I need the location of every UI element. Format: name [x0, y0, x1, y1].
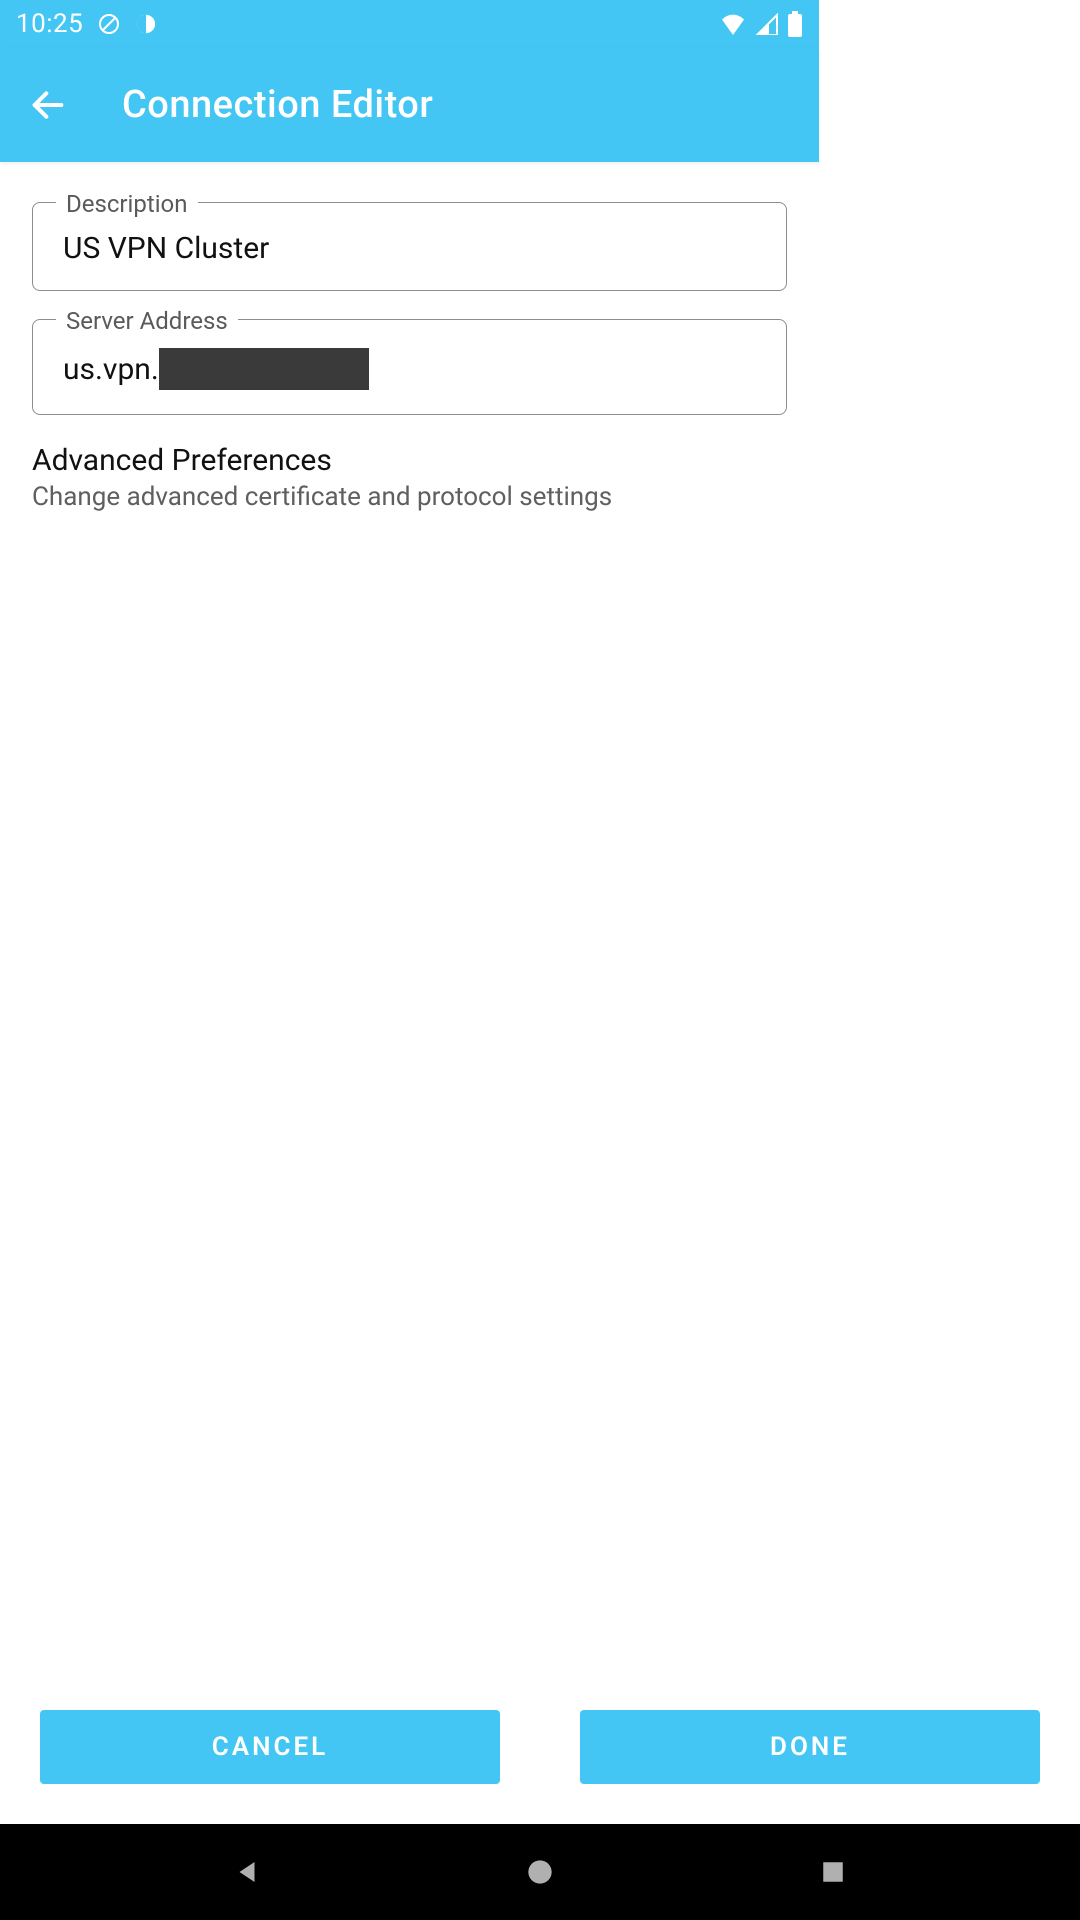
android-nav-bar — [0, 1824, 1080, 1920]
nav-back-button[interactable] — [229, 1854, 265, 1890]
cell-signal-icon — [755, 13, 779, 35]
circle-home-icon — [526, 1858, 554, 1886]
description-input[interactable] — [63, 231, 756, 266]
theme-icon — [135, 13, 157, 35]
status-right — [719, 11, 803, 37]
advanced-title: Advanced Preferences — [32, 443, 787, 478]
triangle-back-icon — [232, 1857, 262, 1887]
advanced-preferences-row[interactable]: Advanced Preferences Change advanced cer… — [32, 443, 787, 512]
done-button[interactable]: DONE — [580, 1710, 1040, 1784]
battery-icon — [787, 11, 803, 37]
server-value-prefix: us.vpn. — [63, 352, 159, 387]
wifi-icon — [719, 13, 747, 35]
server-label: Server Address — [56, 307, 238, 335]
nav-recents-button[interactable] — [815, 1854, 851, 1890]
bottom-button-bar: CANCEL DONE — [0, 1710, 1080, 1824]
advanced-subtitle: Change advanced certificate and protocol… — [32, 482, 787, 512]
content-area: Description Server Address us.vpn. Advan… — [0, 162, 819, 512]
redacted-block — [159, 348, 369, 390]
server-input-row[interactable]: us.vpn. — [63, 348, 756, 390]
description-label: Description — [56, 190, 198, 218]
description-field-wrap: Description — [32, 202, 787, 291]
page-title: Connection Editor — [122, 83, 433, 127]
arrow-left-icon — [28, 85, 68, 125]
no-disturb-icon — [97, 12, 121, 36]
cancel-button[interactable]: CANCEL — [40, 1710, 500, 1784]
status-time: 10:25 — [16, 9, 83, 39]
square-recents-icon — [820, 1859, 846, 1885]
nav-home-button[interactable] — [522, 1854, 558, 1890]
status-bar: 10:25 — [0, 0, 819, 48]
server-field-wrap: Server Address us.vpn. — [32, 319, 787, 415]
app-bar: Connection Editor — [0, 48, 819, 162]
back-button[interactable] — [28, 85, 68, 125]
status-left: 10:25 — [16, 9, 157, 39]
